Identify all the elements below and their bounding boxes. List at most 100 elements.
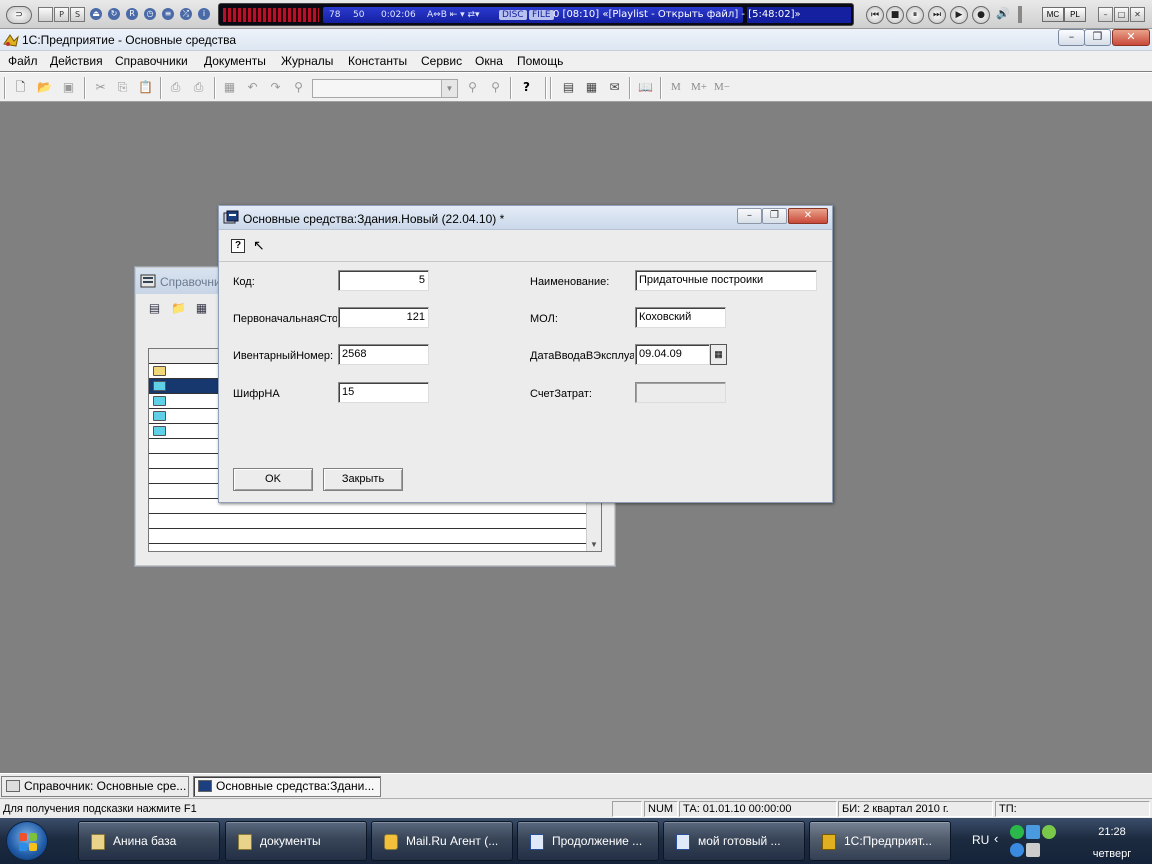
taskbar-item-word-continue[interactable]: Продолжение ... <box>517 821 659 861</box>
taskbar-item-word-ready[interactable]: мой готовый ... <box>663 821 805 861</box>
dialog-close-button[interactable]: ✕ <box>788 208 828 224</box>
menu-constants[interactable]: Константы <box>348 54 407 68</box>
globe-tray-icon[interactable] <box>1010 843 1024 857</box>
menu-windows[interactable]: Окна <box>475 54 503 68</box>
player-file-badge[interactable]: FILE <box>529 10 554 20</box>
menu-references[interactable]: Справочники <box>115 54 188 68</box>
network-tray-icon[interactable] <box>1042 825 1056 839</box>
dialog-minimize-button[interactable]: – <box>737 208 762 224</box>
player-timer-icon[interactable]: ◷ <box>144 8 156 20</box>
player-record-icon[interactable]: R <box>126 8 138 20</box>
undo-icon[interactable]: ↶ <box>244 79 261 96</box>
kod-field[interactable]: 5 <box>338 270 429 291</box>
player-prev-icon[interactable]: ⏮ <box>866 6 884 24</box>
start-button[interactable] <box>6 821 48 861</box>
cost-account-field[interactable] <box>635 382 726 403</box>
redo-icon[interactable]: ↷ <box>267 79 284 96</box>
memory-minus-button[interactable]: M− <box>714 81 730 93</box>
player-stop-icon[interactable]: ■ <box>886 6 904 24</box>
inventory-number-field[interactable]: 2568 <box>338 344 429 365</box>
new-document-icon[interactable]: 🗋 <box>12 79 29 96</box>
menu-documents[interactable]: Документы <box>204 54 266 68</box>
player-pause-icon[interactable]: ⏸ <box>906 6 924 24</box>
player-maximize-button[interactable]: □ <box>1114 7 1129 22</box>
player-close-button[interactable]: ✕ <box>1130 7 1145 22</box>
menu-actions[interactable]: Действия <box>50 54 103 68</box>
amortization-code-field[interactable]: 15 <box>338 382 429 403</box>
taskbar-item-mail-agent[interactable]: Mail.Ru Агент (... <box>371 821 513 861</box>
player-logo-icon[interactable]: ⊃ <box>6 6 32 24</box>
new-item-icon[interactable]: ▤ <box>146 300 163 317</box>
app-restore-button[interactable]: ❐ <box>1084 29 1111 46</box>
scroll-down-icon[interactable]: ▼ <box>590 540 598 549</box>
player-disc-badge[interactable]: DISC <box>499 10 527 20</box>
initial-cost-field[interactable]: 121 <box>338 307 429 328</box>
commission-date-field[interactable]: 09.04.09 <box>635 344 710 365</box>
player-open-icon[interactable]: ⏏ <box>90 8 102 20</box>
print-icon[interactable]: ⎙ <box>167 79 184 96</box>
edit-item-icon[interactable]: ▦ <box>193 300 210 317</box>
tab-asset-dialog[interactable]: Основные средства:Здани... <box>193 776 381 797</box>
open-folder-icon[interactable]: 📂 <box>36 79 53 96</box>
dialog-titlebar[interactable]: Основные средства:Здания.Новый (22.04.10… <box>219 206 832 230</box>
player-volume-slider[interactable] <box>1018 6 1022 23</box>
save-icon[interactable]: ▣ <box>60 79 77 96</box>
taskbar-item-1c[interactable]: 1С:Предприят... <box>809 821 951 861</box>
app-close-button[interactable]: ✕ <box>1112 29 1150 46</box>
monitor-tray-icon[interactable] <box>1026 825 1040 839</box>
help-icon[interactable]: ? <box>231 239 245 253</box>
close-button[interactable]: Закрыть <box>323 468 403 491</box>
show-hidden-icons-icon[interactable]: ‹ <box>994 831 998 846</box>
volume-tray-icon[interactable] <box>1026 843 1040 857</box>
tab-reference-window[interactable]: Справочник: Основные сре... <box>1 776 189 797</box>
player-next-icon[interactable]: ⏭ <box>928 6 946 24</box>
chevron-down-icon[interactable]: ▼ <box>441 80 457 97</box>
memory-plus-button[interactable]: M+ <box>691 81 707 93</box>
menu-journals[interactable]: Журналы <box>281 54 333 68</box>
player-record-button-icon[interactable]: ● <box>972 6 990 24</box>
player-repeat-icon[interactable]: ↻ <box>108 8 120 20</box>
calendar-icon[interactable]: ▦ <box>710 344 727 365</box>
player-s-button[interactable]: S <box>70 7 85 22</box>
print-preview-icon[interactable]: ⎙ <box>190 79 207 96</box>
player-pl-button[interactable]: PL <box>1064 7 1086 22</box>
context-help-icon[interactable]: ↖ <box>253 237 265 254</box>
taskbar-item-documents[interactable]: документы <box>225 821 367 861</box>
copy-icon[interactable]: ⎘ <box>114 79 131 96</box>
name-field[interactable]: Придаточные построики <box>635 270 817 291</box>
message-icon[interactable]: ✉ <box>606 79 623 96</box>
player-mc-button[interactable]: MC <box>1042 7 1064 22</box>
mol-field[interactable]: Коховский <box>635 307 726 328</box>
player-shuffle-icon[interactable]: ⤮ <box>180 8 192 20</box>
player-play-icon[interactable]: ▶ <box>950 6 968 24</box>
list-item[interactable] <box>149 514 587 529</box>
search-combobox[interactable]: ▼ <box>312 79 458 98</box>
search-icon[interactable]: ⚲ <box>464 79 481 96</box>
dialog-restore-button[interactable]: ❐ <box>762 208 787 224</box>
memory-button[interactable]: M <box>671 81 681 93</box>
replace-icon[interactable]: ⚲ <box>487 79 504 96</box>
player-info-icon[interactable]: i <box>198 8 210 20</box>
player-p-button[interactable]: P <box>54 7 69 22</box>
player-eq-icon[interactable]: ≡ <box>162 8 174 20</box>
player-volume-icon[interactable]: 🔊 <box>996 7 1010 20</box>
menu-help[interactable]: Помощь <box>517 54 563 68</box>
book-icon[interactable]: 📖 <box>637 79 654 96</box>
properties-icon[interactable]: ▦ <box>221 79 238 96</box>
taskbar-item-anina-base[interactable]: Анина база <box>78 821 220 861</box>
player-ab-controls[interactable]: A⇔B ⇤ ▾ ⇄▾ <box>427 7 480 23</box>
mail-agent-tray-icon[interactable] <box>1010 825 1024 839</box>
app-minimize-button[interactable]: – <box>1058 29 1085 46</box>
menu-service[interactable]: Сервис <box>421 54 462 68</box>
ok-button[interactable]: OK <box>233 468 313 491</box>
asset-dialog[interactable]: Основные средства:Здания.Новый (22.04.10… <box>218 205 833 503</box>
list-item[interactable] <box>149 529 587 544</box>
calculator-icon[interactable]: ▤ <box>560 79 577 96</box>
player-minimize-button[interactable]: – <box>1098 7 1113 22</box>
new-folder-icon[interactable]: 📁 <box>170 300 187 317</box>
cut-icon[interactable]: ✂ <box>92 79 109 96</box>
help-icon[interactable]: ? <box>518 79 535 96</box>
language-indicator[interactable]: RU <box>972 833 989 847</box>
player-mini-button[interactable] <box>38 7 53 22</box>
find-icon[interactable]: ⚲ <box>290 79 307 96</box>
